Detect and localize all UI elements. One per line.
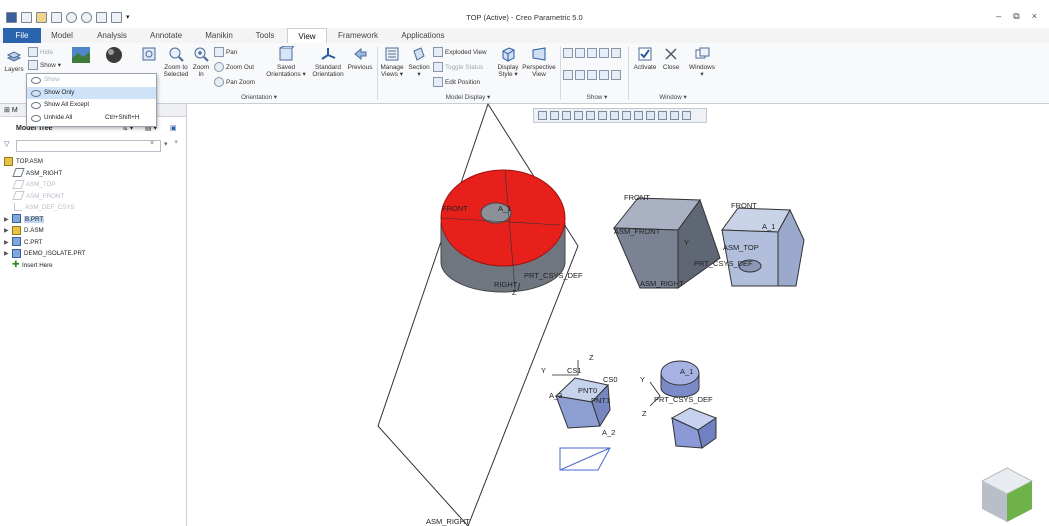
- repaint-icon[interactable]: [574, 111, 583, 120]
- label-pnt0: PNT0: [578, 386, 598, 395]
- view-manager-icon[interactable]: [622, 111, 631, 120]
- creo-logo-cube-icon: [980, 467, 1034, 522]
- saved-orientations-icon[interactable]: [610, 111, 619, 120]
- label-front-2: FRONT: [624, 193, 650, 202]
- d-assembly-dark-cube[interactable]: [612, 197, 721, 289]
- label-asm-right-2: ASM_RIGHT: [640, 279, 684, 288]
- label-y-5: Y: [640, 375, 646, 384]
- label-prt-csys-5: PRT_CSYS_DEF: [654, 395, 713, 404]
- display-style-icon[interactable]: [598, 111, 607, 120]
- spin-center-icon[interactable]: [586, 111, 595, 120]
- label-y-4: Y: [541, 366, 547, 375]
- label-pnt1: PNT1: [591, 396, 611, 405]
- label-asm-right: ASM_RIGHT: [426, 517, 470, 526]
- label-z-5: Z: [642, 409, 647, 418]
- label-z-4: Z: [589, 353, 594, 362]
- zoom-out-icon[interactable]: [562, 111, 571, 120]
- refit-icon[interactable]: [538, 111, 547, 120]
- label-a1-5: A_1: [680, 367, 694, 376]
- spin-center-toggle-icon[interactable]: [682, 111, 691, 120]
- label-prt-csys-1: PRT_CSYS_DEF: [524, 271, 583, 280]
- annotation-display-icon[interactable]: [670, 111, 679, 120]
- label-cs0: CS0: [603, 375, 618, 384]
- label-a2: A_2: [602, 428, 616, 437]
- zoom-in-icon[interactable]: [550, 111, 559, 120]
- label-z-1: Z: [512, 288, 517, 297]
- label-front-3: FRONT: [731, 201, 757, 210]
- section-icon[interactable]: [646, 111, 655, 120]
- label-y-2: Y: [684, 238, 690, 247]
- label-a3: A_3: [549, 391, 563, 400]
- label-asm-front: ASM_FRONT: [614, 227, 661, 236]
- label-front-1: FRONT: [442, 204, 468, 213]
- label-asm-top: ASM_TOP: [723, 243, 759, 252]
- label-prt-csys-2: PRT_CSYS_DEF: [694, 259, 753, 268]
- label-a1-1: A_1: [498, 204, 512, 213]
- asm-right-datum-plane[interactable]: [377, 102, 579, 526]
- label-cs1: CS1: [567, 366, 582, 375]
- graphics-toolbar: [533, 108, 707, 123]
- model-scene: [377, 102, 805, 526]
- datum-display-filters-icon[interactable]: [658, 111, 667, 120]
- perspective-icon[interactable]: [634, 111, 643, 120]
- label-a1-3: A_1: [762, 222, 776, 231]
